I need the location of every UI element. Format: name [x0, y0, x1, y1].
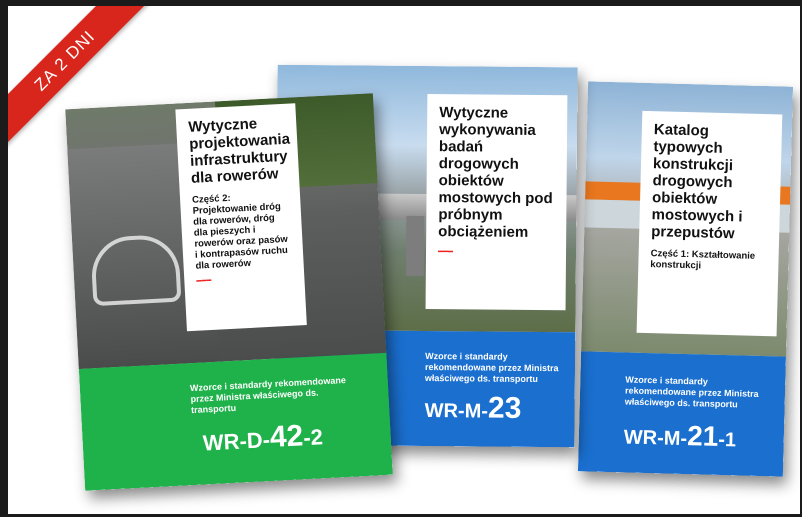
book-part: Część 1: Kształtowanie konstrukcji	[650, 248, 756, 272]
book-slogan: Wzorce i standardy rekomendowane przez M…	[189, 375, 347, 416]
book-title: Wytyczne projektowania infrastruktury dl…	[187, 115, 291, 187]
book-band: Wzorce i standardy rekomendowane przez M…	[577, 351, 787, 477]
code-number: 42	[269, 419, 305, 455]
book-code: WR-M-23	[425, 391, 522, 426]
book-code: WR-M-21-1	[623, 418, 737, 453]
book-title-card: Wytyczne wykonywania badań drogowych obi…	[425, 94, 568, 311]
book-title-card: Katalog typowych konstrukcji drogowych o…	[636, 110, 783, 337]
book-title: Wytyczne wykonywania badań drogowych obi…	[438, 104, 553, 241]
book-code: WR-D-42-2	[202, 418, 324, 458]
book-title: Katalog typowych konstrukcji drogowych o…	[651, 121, 743, 243]
code-number: 21	[686, 420, 719, 452]
book-wytyczne-wr-d-42-2: Wytyczne projektowania infrastruktury dl…	[65, 93, 393, 491]
edition-mark: ▬▬▬	[438, 248, 454, 255]
book-title-card: Wytyczne projektowania infrastruktury dl…	[175, 103, 307, 332]
book-part: Część 2: Projektowanie dróg dla rowerów,…	[191, 192, 289, 272]
book-band: Wzorce i standardy rekomendowane przez M…	[78, 352, 393, 491]
code-prefix: WR-M-	[623, 426, 688, 451]
product-image: ZA 2 DNI Katalog typowych konstrukcji dr…	[8, 6, 800, 514]
edition-mark: ▬▬▬	[196, 276, 212, 284]
code-prefix: WR-M-	[424, 399, 489, 423]
code-number: 23	[487, 391, 522, 425]
code-suffix: -2	[302, 424, 324, 451]
book-catalog-wr-m-21-1: Katalog typowych konstrukcji drogowych o…	[577, 81, 794, 477]
code-suffix: -1	[717, 428, 737, 452]
bridge-pier	[405, 215, 425, 276]
code-prefix: WR-D-	[202, 427, 271, 456]
book-slogan: Wzorce i standardy rekomendowane przez M…	[424, 350, 559, 384]
book-slogan: Wzorce i standardy rekomendowane przez M…	[624, 374, 759, 410]
